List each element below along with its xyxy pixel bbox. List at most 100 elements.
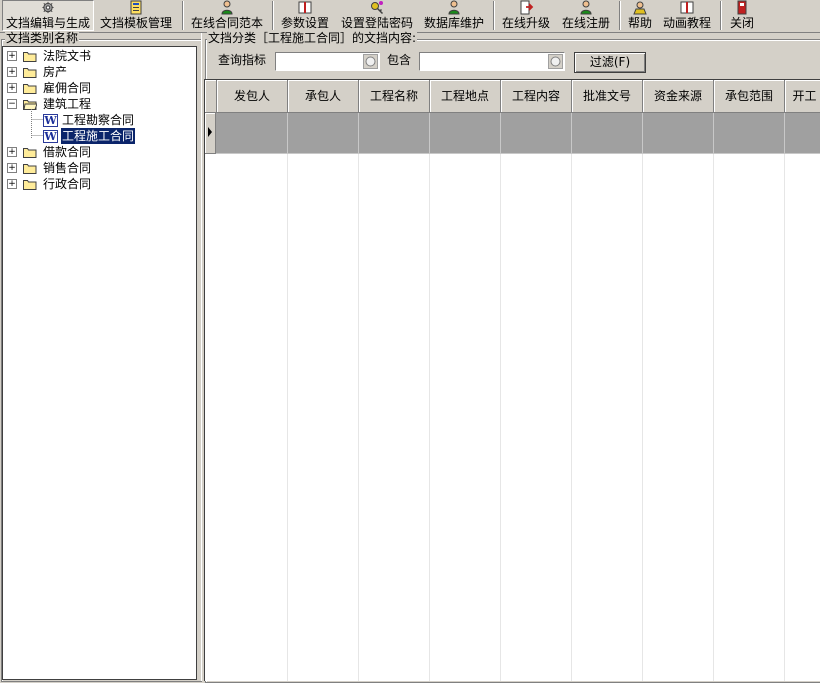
table-cell[interactable]: [430, 113, 501, 154]
folder-icon: [23, 52, 37, 62]
expand-icon[interactable]: +: [7, 67, 17, 77]
dropdown-button[interactable]: [548, 54, 563, 69]
column-header-project-location[interactable]: 工程地点: [430, 80, 501, 113]
grid-corner-header: [205, 80, 217, 113]
arrow-icon: [520, 0, 534, 15]
toolbar-label: 参数设置: [280, 16, 329, 30]
column-header-project-content[interactable]: 工程内容: [501, 80, 572, 113]
toolbar-label: 在线升级: [501, 16, 550, 30]
toolbar-label: 数据库维护: [423, 16, 484, 30]
close-button[interactable]: 关闭: [726, 0, 758, 31]
parameter-settings-button[interactable]: 参数设置: [278, 0, 332, 31]
category-panel-title: 文挡类别名称: [5, 31, 80, 45]
book-icon: [298, 1, 312, 14]
dropdown-icon: [365, 56, 376, 67]
toolbar-label: 在线注册: [561, 16, 610, 30]
table-cell[interactable]: [359, 113, 430, 154]
online-contract-samples-button[interactable]: 在线合同范本: [188, 0, 266, 31]
table-cell[interactable]: [501, 113, 572, 154]
tree-connector-lines: [31, 109, 43, 138]
document-grid[interactable]: 发包人 承包人 工程名称 工程地点 工程内容 批准文号 资金来源 承包范围 开工: [204, 79, 820, 681]
template-manage-button[interactable]: 文挡模板管理: [96, 0, 176, 31]
tree-item-label: 雇佣合同: [43, 81, 92, 95]
toolbar-label: 文挡编辑与生成: [5, 16, 90, 30]
toolbar-label: 文挡模板管理: [99, 16, 172, 30]
toolbar-separator: [182, 1, 184, 30]
expand-icon[interactable]: +: [7, 163, 17, 173]
tree-item-label: 房产: [43, 65, 68, 79]
grid-line: [358, 154, 359, 681]
toolbar-separator: [272, 1, 274, 30]
column-header-start[interactable]: 开工: [785, 80, 820, 113]
grid-line: [642, 154, 643, 681]
category-panel: 文挡类别名称 + 法院文书 + 房产 + 雇佣合同 − 建筑工程 W 工程勘察合…: [0, 31, 202, 682]
category-tree[interactable]: + 法院文书 + 房产 + 雇佣合同 − 建筑工程 W 工程勘察合同 W 工程施…: [2, 46, 197, 680]
dropdown-button[interactable]: [363, 54, 378, 69]
collapse-icon[interactable]: −: [7, 99, 17, 109]
expand-icon[interactable]: +: [7, 83, 17, 93]
online-upgrade-button[interactable]: 在线升级: [499, 0, 553, 31]
query-field-combo[interactable]: [275, 52, 380, 71]
tree-item-label: 借款合同: [43, 145, 92, 159]
database-maintenance-button[interactable]: 数据库维护: [420, 0, 488, 31]
grid-line: [429, 154, 430, 681]
tree-item-label: 建筑工程: [43, 97, 92, 111]
toolbar-label: 动画教程: [662, 16, 711, 30]
toolbar-separator: [493, 1, 495, 30]
template-icon: [130, 0, 142, 15]
toolbar-separator: [720, 1, 722, 30]
folder-icon: [23, 84, 37, 94]
animation-tutorial-button[interactable]: 动画教程: [660, 0, 714, 31]
toolbar-separator: [619, 1, 621, 30]
expand-icon[interactable]: +: [7, 147, 17, 157]
grid-line: [287, 154, 288, 681]
person-icon: [448, 0, 460, 15]
tree-item-label: 销售合同: [43, 161, 92, 175]
table-cell[interactable]: [714, 113, 785, 154]
column-header-project-name[interactable]: 工程名称: [359, 80, 430, 113]
toolbar-label: 在线合同范本: [190, 16, 263, 30]
content-panel-title: 文挡分类［工程施工合同］的文挡内容:: [207, 31, 418, 45]
column-header-fund-source[interactable]: 资金来源: [643, 80, 714, 113]
help-button[interactable]: 帮助: [624, 0, 656, 31]
key-icon: [371, 1, 384, 15]
tree-item-label-selected: 工程施工合同: [59, 127, 137, 145]
table-cell[interactable]: [288, 113, 359, 154]
grid-line: [784, 154, 785, 681]
filter-button[interactable]: 过滤(F): [574, 52, 646, 73]
column-header-employer[interactable]: 发包人: [217, 80, 288, 113]
doc-edit-generate-button[interactable]: 文挡编辑与生成: [2, 0, 94, 31]
folder-icon: [23, 148, 37, 158]
column-header-contract-scope[interactable]: 承包范围: [714, 80, 785, 113]
online-register-button[interactable]: 在线注册: [558, 0, 614, 31]
column-header-approval-number[interactable]: 批准文号: [572, 80, 643, 113]
word-doc-icon: W: [43, 114, 58, 127]
expand-icon[interactable]: +: [7, 179, 17, 189]
grid-line: [500, 154, 501, 681]
row-indicator[interactable]: [205, 113, 216, 154]
expand-icon[interactable]: +: [7, 51, 17, 61]
folder-icon: [23, 68, 37, 78]
folder-icon: [23, 180, 37, 190]
close-icon: [737, 0, 747, 15]
folder-icon: [23, 164, 37, 174]
table-cell[interactable]: [216, 113, 288, 154]
set-login-password-button[interactable]: 设置登陆密码: [338, 0, 416, 31]
person-icon: [580, 0, 592, 15]
table-cell[interactable]: [643, 113, 714, 154]
toolbar-label: 帮助: [627, 16, 652, 30]
query-field-label: 查询指标: [218, 53, 267, 67]
grid-line: [571, 154, 572, 681]
table-cell[interactable]: [572, 113, 643, 154]
toolbar: 文挡编辑与生成 文挡模板管理 在线合同范本 参数设置 设置登陆密码 数据库维护 …: [0, 0, 820, 33]
table-cell[interactable]: [785, 113, 820, 154]
gear-icon: [42, 1, 54, 14]
word-doc-icon: W: [43, 130, 58, 143]
tree-item-label: 法院文书: [43, 49, 92, 63]
contains-input[interactable]: [419, 52, 565, 71]
book-icon: [680, 1, 694, 14]
tree-item-label: 工程勘察合同: [62, 113, 135, 127]
column-header-contractor[interactable]: 承包人: [288, 80, 359, 113]
toolbar-label: 关闭: [729, 16, 754, 30]
toolbar-label: 设置登陆密码: [340, 16, 413, 30]
